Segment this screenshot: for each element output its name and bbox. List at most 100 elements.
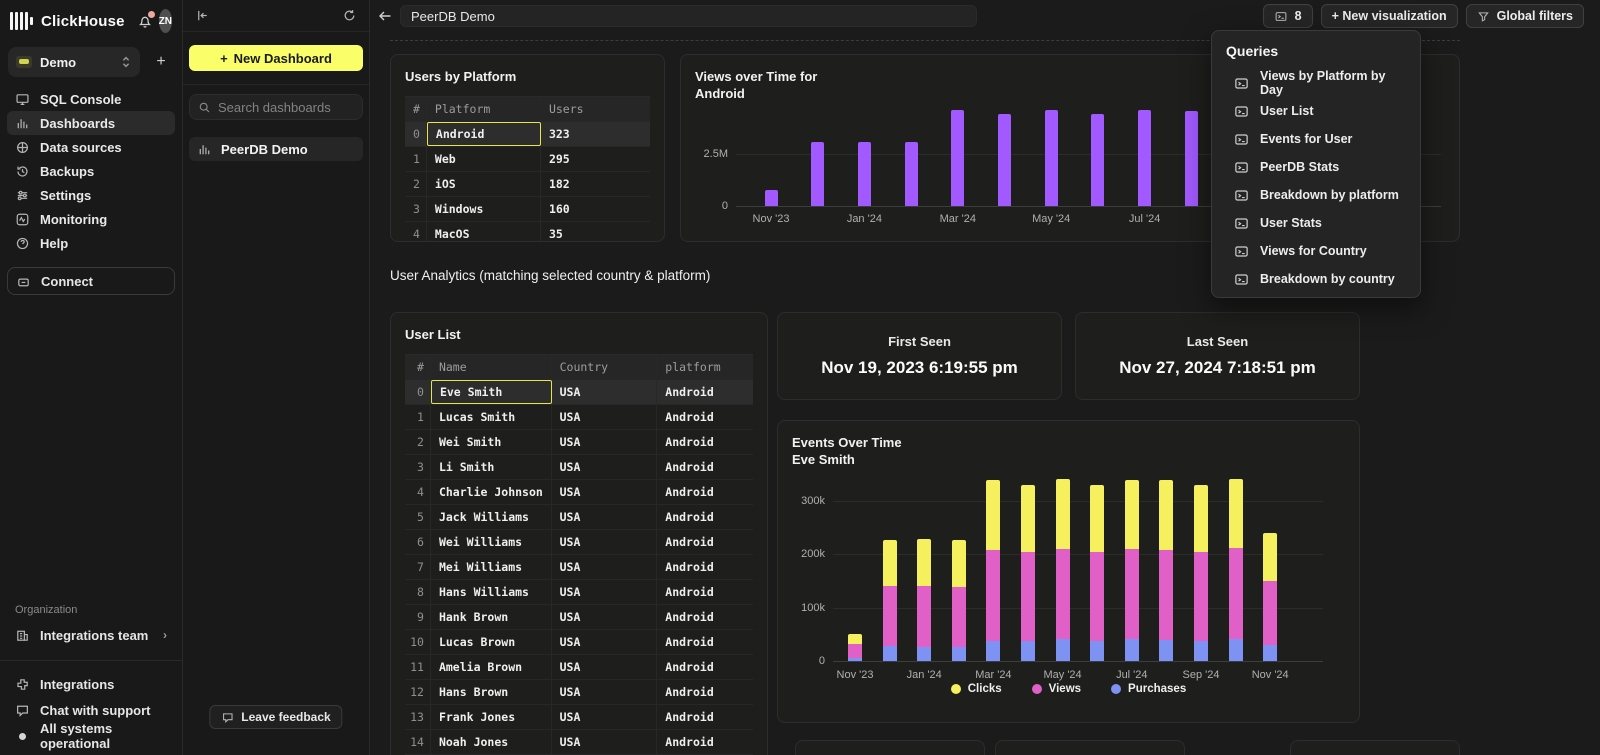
cell[interactable]: USA xyxy=(552,705,658,729)
cell[interactable]: Hans Williams xyxy=(431,580,552,604)
cell[interactable]: Mei Williams xyxy=(431,555,552,579)
queries-toggle-button[interactable]: 8 xyxy=(1263,4,1313,28)
cell[interactable]: USA xyxy=(552,730,658,754)
cell[interactable]: 4 xyxy=(405,480,431,504)
bell-icon[interactable] xyxy=(137,13,153,29)
cell[interactable]: 182 xyxy=(541,172,650,196)
legend-item-purchases[interactable]: Purchases xyxy=(1111,683,1186,695)
connect-button[interactable]: Connect xyxy=(7,267,175,295)
cell[interactable]: Android xyxy=(657,405,753,429)
cell[interactable]: Android xyxy=(657,680,753,704)
cell[interactable]: Android xyxy=(657,605,753,629)
cell[interactable]: USA xyxy=(552,380,658,404)
sidebar-item-sql-console[interactable]: SQL Console xyxy=(7,87,175,111)
cell[interactable]: Android xyxy=(657,555,753,579)
sidebar-item-dashboards[interactable]: Dashboards xyxy=(7,111,175,135)
query-item-user-list[interactable]: User List xyxy=(1212,97,1420,125)
cell[interactable]: Lucas Smith xyxy=(431,405,552,429)
table-row[interactable]: 10Lucas BrownUSAAndroid xyxy=(405,630,753,655)
cell[interactable]: Windows xyxy=(427,197,541,221)
cell[interactable]: 9 xyxy=(405,605,431,629)
cell[interactable]: Frank Jones xyxy=(431,705,552,729)
cell[interactable]: Charlie Johnson xyxy=(431,480,552,504)
cell[interactable]: Web xyxy=(427,147,541,171)
cell[interactable]: 5 xyxy=(405,505,431,529)
global-filters-button[interactable]: Global filters xyxy=(1466,4,1584,28)
cell[interactable]: USA xyxy=(552,480,658,504)
query-item-events-for-user[interactable]: Events for User xyxy=(1212,125,1420,153)
search-dashboards-input[interactable] xyxy=(218,100,394,115)
cell[interactable]: 2 xyxy=(405,172,427,196)
table-row[interactable]: 2Wei SmithUSAAndroid xyxy=(405,430,753,455)
table-row[interactable]: 2iOS182 xyxy=(405,172,650,197)
cell[interactable]: Jack Williams xyxy=(431,505,552,529)
table-row[interactable]: 3Windows160 xyxy=(405,197,650,222)
cell[interactable]: Hank Brown xyxy=(431,605,552,629)
cell[interactable]: 3 xyxy=(405,455,431,479)
cell[interactable]: 7 xyxy=(405,555,431,579)
cell[interactable]: 1 xyxy=(405,405,431,429)
cell[interactable]: 35 xyxy=(541,222,650,242)
add-service-button[interactable]: + xyxy=(150,51,172,73)
leave-feedback-button[interactable]: Leave feedback xyxy=(209,705,342,729)
table-row[interactable]: 1Lucas SmithUSAAndroid xyxy=(405,405,753,430)
cell[interactable]: USA xyxy=(552,455,658,479)
cell[interactable]: USA xyxy=(552,680,658,704)
cell[interactable]: Android xyxy=(657,580,753,604)
cell[interactable]: 323 xyxy=(541,122,650,146)
dashboard-title-input[interactable] xyxy=(400,5,977,27)
cell[interactable]: USA xyxy=(552,580,658,604)
cell[interactable]: iOS xyxy=(427,172,541,196)
legend-item-views[interactable]: Views xyxy=(1032,683,1081,695)
cell[interactable]: 295 xyxy=(541,147,650,171)
cell[interactable]: 0 xyxy=(405,122,427,146)
table-row[interactable]: 4Charlie JohnsonUSAAndroid xyxy=(405,480,753,505)
cell[interactable]: USA xyxy=(552,605,658,629)
query-item-views-by-platform-by-day[interactable]: Views by Platform by Day xyxy=(1212,69,1420,97)
cell[interactable]: 160 xyxy=(541,197,650,221)
query-item-breakdown-by-platform[interactable]: Breakdown by platform xyxy=(1212,181,1420,209)
refresh-icon[interactable] xyxy=(342,8,357,23)
cell[interactable]: Android xyxy=(657,530,753,554)
query-item-breakdown-by-country[interactable]: Breakdown by country xyxy=(1212,265,1420,293)
cell[interactable]: USA xyxy=(552,555,658,579)
sidebar-item-integrations[interactable]: Integrations xyxy=(7,671,175,697)
query-item-user-stats[interactable]: User Stats xyxy=(1212,209,1420,237)
cell[interactable]: USA xyxy=(552,530,658,554)
table-row[interactable]: 4MacOS35 xyxy=(405,222,650,242)
sidebar-item-integrations-team[interactable]: Integrations team › xyxy=(7,622,175,648)
cell[interactable]: 4 xyxy=(405,222,427,242)
cell[interactable]: 0 xyxy=(405,380,431,404)
sidebar-item-all-systems-operational[interactable]: All systems operational xyxy=(7,723,175,749)
new-visualization-button[interactable]: + New visualization xyxy=(1321,4,1458,28)
cell[interactable]: Wei Smith xyxy=(431,430,552,454)
table-row[interactable]: 11Amelia BrownUSAAndroid xyxy=(405,655,753,680)
cell[interactable]: Hans Brown xyxy=(431,680,552,704)
cell[interactable]: Amelia Brown xyxy=(431,655,552,679)
table-row[interactable]: 9Hank BrownUSAAndroid xyxy=(405,605,753,630)
cell[interactable]: 14 xyxy=(405,730,431,754)
cell[interactable]: 13 xyxy=(405,705,431,729)
new-dashboard-button[interactable]: + New Dashboard xyxy=(189,45,363,71)
cell[interactable]: Li Smith xyxy=(431,455,552,479)
table-row[interactable]: 0Android323 xyxy=(405,122,650,147)
cell[interactable]: USA xyxy=(552,405,658,429)
table-row[interactable]: 0Eve SmithUSAAndroid xyxy=(405,380,753,405)
query-item-views-for-country[interactable]: Views for Country xyxy=(1212,237,1420,265)
table-row[interactable]: 6Wei WilliamsUSAAndroid xyxy=(405,530,753,555)
query-item-peerdb-stats[interactable]: PeerDB Stats xyxy=(1212,153,1420,181)
sidebar-item-backups[interactable]: Backups xyxy=(7,159,175,183)
table-row[interactable]: 12Hans BrownUSAAndroid xyxy=(405,680,753,705)
dashboard-list-item-peerdb-demo[interactable]: PeerDB Demo xyxy=(189,137,363,161)
cell[interactable]: Eve Smith xyxy=(431,380,552,404)
cell[interactable]: 1 xyxy=(405,147,427,171)
sidebar-item-data-sources[interactable]: Data sources xyxy=(7,135,175,159)
table-row[interactable]: 5Jack WilliamsUSAAndroid xyxy=(405,505,753,530)
cell[interactable]: 10 xyxy=(405,630,431,654)
cell[interactable]: USA xyxy=(552,505,658,529)
sidebar-item-help[interactable]: Help xyxy=(7,231,175,255)
cell[interactable]: 6 xyxy=(405,530,431,554)
cell[interactable]: Android xyxy=(427,122,541,146)
table-row[interactable]: 13Frank JonesUSAAndroid xyxy=(405,705,753,730)
legend-item-clicks[interactable]: Clicks xyxy=(951,683,1002,695)
